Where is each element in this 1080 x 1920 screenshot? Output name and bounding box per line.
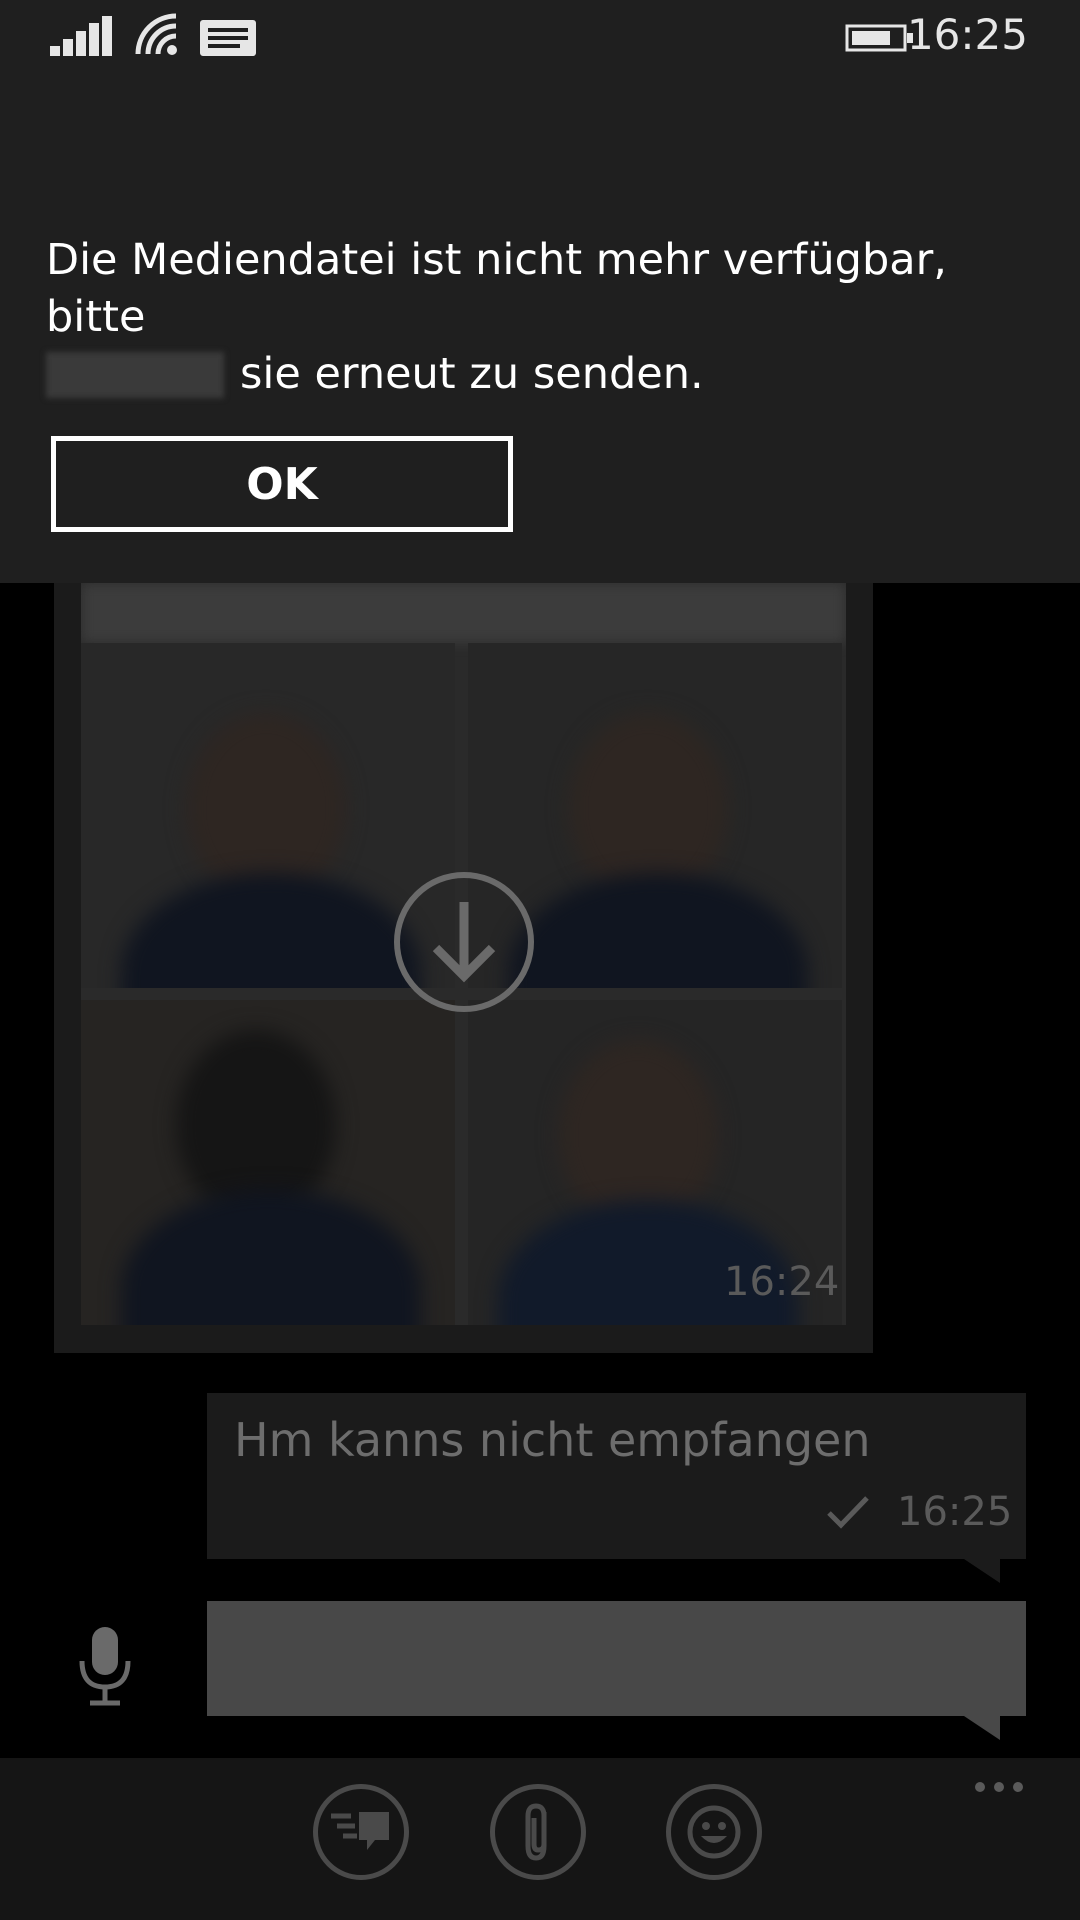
emoji-button[interactable] xyxy=(666,1784,762,1880)
message-time: 16:25 xyxy=(897,1489,1013,1535)
bubble-tail xyxy=(964,1559,1000,1583)
whatsapp-chat-screen: 16:24 Hm kanns nicht empfangen 16:25 16:… xyxy=(0,0,1080,1920)
status-bar: 16:25 xyxy=(0,0,1080,76)
download-icon[interactable] xyxy=(392,870,536,1014)
dialog-message: Die Mediendatei ist nicht mehr verfügbar… xyxy=(46,232,1046,403)
message-icon xyxy=(200,20,256,56)
collage-tile xyxy=(81,1000,455,1325)
image-message-time: 16:24 xyxy=(724,1259,840,1305)
redacted-text xyxy=(46,352,224,398)
thumbnail-header xyxy=(81,583,846,643)
wifi-icon xyxy=(135,13,177,55)
dialog: 16:25 Die Mediendatei ist nicht mehr ver… xyxy=(0,0,1080,583)
dialog-message-line2: sie erneut zu senden. xyxy=(240,349,704,399)
more-dots-icon[interactable] xyxy=(975,1782,1023,1792)
dialog-message-line1: Die Mediendatei ist nicht mehr verfügbar… xyxy=(46,235,947,342)
microphone-icon[interactable] xyxy=(78,1625,132,1707)
messages-icon xyxy=(331,1812,389,1850)
attach-button[interactable] xyxy=(490,1784,586,1880)
emoji-icon xyxy=(687,1805,741,1859)
message-input[interactable] xyxy=(207,1601,1026,1716)
signal-icon xyxy=(50,16,112,56)
status-clock: 16:25 xyxy=(906,10,1028,59)
check-icon xyxy=(827,1496,869,1529)
input-tail xyxy=(964,1716,1000,1740)
attach-icon xyxy=(525,1803,547,1861)
battery-icon xyxy=(845,24,913,52)
messages-button[interactable] xyxy=(313,1784,409,1880)
ok-button[interactable]: OK xyxy=(51,436,513,532)
message-text: Hm kanns nicht empfangen xyxy=(234,1413,871,1467)
